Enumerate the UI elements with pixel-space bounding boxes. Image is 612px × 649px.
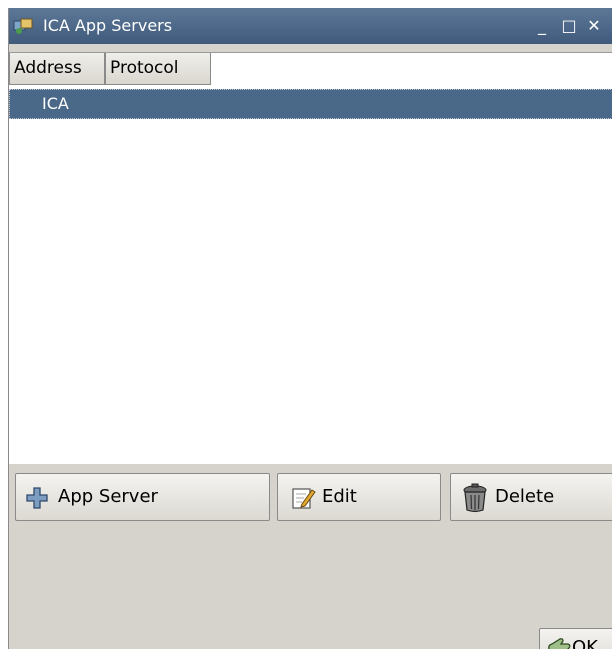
maximize-button[interactable]: □ [560, 16, 578, 36]
ok-label: OK [572, 637, 598, 649]
edit-button[interactable]: Edit [277, 473, 441, 521]
add-app-server-label: App Server [58, 486, 158, 507]
column-header-row: Address Protocol [9, 53, 612, 85]
delete-button[interactable]: Delete [450, 473, 612, 521]
minimize-button[interactable]: _ [533, 16, 551, 36]
edit-label: Edit [322, 486, 357, 507]
app-server-list[interactable]: Address Protocol ICA [9, 52, 612, 464]
add-app-server-button[interactable]: App Server [15, 473, 270, 521]
ok-button[interactable]: OK [539, 628, 612, 649]
plus-icon [26, 487, 48, 509]
window-title: ICA App Servers [43, 16, 173, 35]
edit-pencil-icon [292, 488, 316, 509]
app-window: ICA App Servers _ □ ✕ Address Protocol I… [8, 8, 612, 649]
column-header-address[interactable]: Address [9, 53, 105, 85]
table-row[interactable]: ICA [9, 89, 612, 119]
delete-label: Delete [495, 486, 555, 507]
trash-can-icon [463, 483, 487, 513]
cell-protocol: ICA [42, 94, 69, 113]
column-header-protocol[interactable]: Protocol [105, 53, 211, 85]
close-button[interactable]: ✕ [585, 16, 603, 36]
title-bar[interactable]: ICA App Servers _ □ ✕ [9, 8, 612, 44]
ok-hand-icon [548, 638, 571, 649]
ica-app-icon [13, 18, 33, 34]
